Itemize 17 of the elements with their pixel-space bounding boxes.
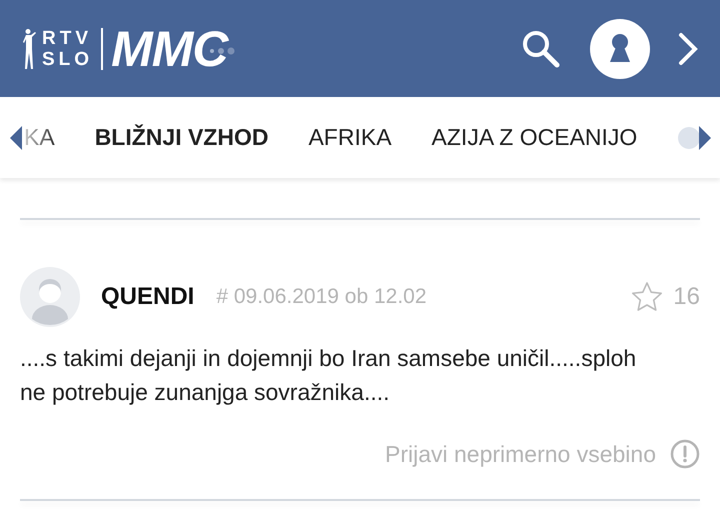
chevron-right-icon[interactable] <box>678 32 698 66</box>
tab[interactable]: BLIŽNJI VZHOD <box>94 124 268 151</box>
comment-timestamp: # 09.06.2019 ob 12.02 <box>216 285 427 309</box>
author-name[interactable]: QUENDI <box>101 283 194 311</box>
star-icon[interactable] <box>631 281 664 313</box>
logo-text: RTV <box>42 28 93 48</box>
comment-text: ....s takimi dejanji in dojemnji bo Iran samsebe uničil.....sploh ne potrebuje zunanjga sovražnika.... <box>20 344 638 407</box>
figure-icon <box>22 26 36 70</box>
tab[interactable]: AZIJA Z OCEANIJO <box>432 124 638 151</box>
logo-text: SLO <box>42 48 94 70</box>
right-arrow-icon[interactable] <box>677 126 712 150</box>
avatar <box>20 267 80 327</box>
logo-title[interactable]: MMC <box>111 20 228 78</box>
account-icon[interactable] <box>590 18 650 78</box>
like-count: 16 <box>673 283 700 311</box>
left-arrow-icon[interactable] <box>10 126 22 150</box>
tab[interactable]: AFRIKA <box>308 124 392 151</box>
